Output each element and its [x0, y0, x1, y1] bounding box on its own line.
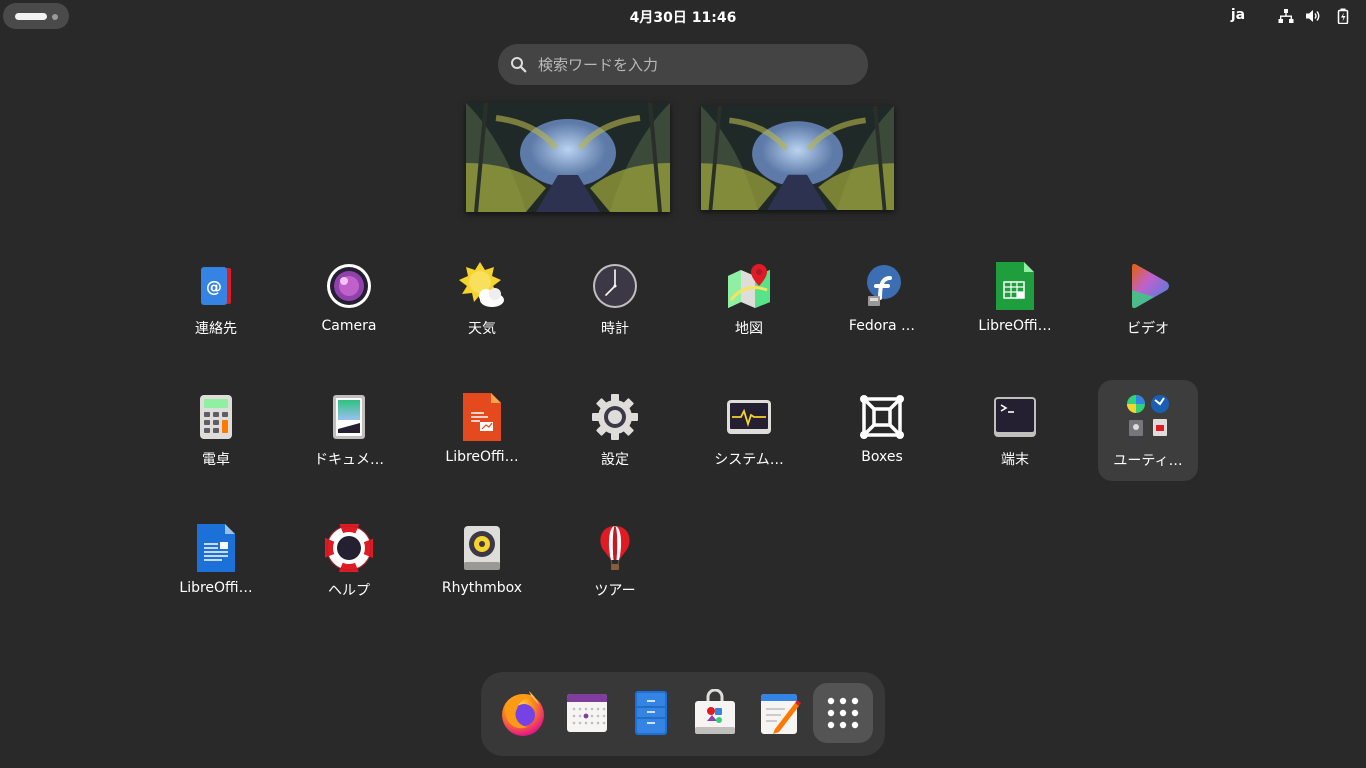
app-maps[interactable]: 地図 — [699, 252, 799, 352]
workspace-thumbnail-1[interactable] — [466, 103, 670, 212]
app-camera[interactable]: Camera — [299, 252, 399, 352]
camera-icon — [327, 264, 371, 308]
dock-files[interactable] — [621, 683, 681, 743]
app-videos[interactable]: ビデオ — [1098, 252, 1198, 352]
search-input[interactable] — [538, 44, 848, 85]
app-document-scanner[interactable]: ドキュメ… — [299, 383, 399, 483]
utilities-folder-icon — [1127, 395, 1169, 436]
app-label: 連絡先 — [195, 321, 237, 337]
app-label: Fedora … — [848, 318, 916, 334]
tour-balloon-icon — [600, 526, 630, 570]
videos-icon — [1132, 263, 1169, 309]
boxes-icon — [860, 395, 904, 439]
app-rhythmbox[interactable]: Rhythmbox — [432, 514, 532, 614]
document-scanner-icon — [333, 395, 365, 439]
input-language-indicator[interactable]: ja — [1224, 7, 1252, 23]
app-label: システム… — [714, 452, 784, 468]
app-label: Camera — [321, 318, 377, 334]
app-system-monitor[interactable]: システム… — [699, 383, 799, 483]
software-icon — [695, 689, 735, 734]
volume-icon[interactable] — [1305, 8, 1321, 24]
weather-icon — [459, 262, 504, 307]
app-label: 地図 — [735, 321, 763, 337]
app-label: ユーティ… — [1113, 453, 1183, 469]
app-label: 端末 — [1001, 452, 1029, 468]
app-settings[interactable]: 設定 — [565, 383, 665, 483]
fedora-media-writer-icon — [867, 265, 901, 306]
app-folder-utilities[interactable]: ユーティ… — [1098, 380, 1198, 481]
app-label: 設定 — [601, 452, 629, 468]
app-help[interactable]: ヘルプ — [299, 514, 399, 614]
search-bar[interactable] — [498, 44, 868, 85]
clock-icon — [593, 264, 637, 308]
contacts-icon: @ — [201, 267, 231, 305]
dock-software[interactable] — [685, 683, 745, 743]
app-weather[interactable]: 天気 — [432, 252, 532, 352]
app-label: ツアー — [594, 583, 636, 599]
battery-icon[interactable] — [1335, 8, 1351, 24]
app-boxes[interactable]: Boxes — [832, 383, 932, 483]
dock-firefox[interactable] — [493, 683, 553, 743]
app-label: LibreOffi… — [179, 580, 253, 596]
rhythmbox-icon — [464, 526, 500, 570]
calendar-icon — [567, 694, 607, 732]
svg-text:@: @ — [206, 277, 222, 296]
app-fedora-media-writer[interactable]: Fedora … — [832, 252, 932, 352]
app-label: 時計 — [601, 321, 629, 337]
app-label: ビデオ — [1127, 321, 1169, 337]
dock-show-apps[interactable] — [813, 683, 873, 743]
network-icon[interactable] — [1278, 8, 1294, 24]
app-label: Boxes — [861, 449, 903, 465]
system-monitor-icon — [727, 400, 771, 434]
dock-text-editor[interactable] — [749, 683, 809, 743]
app-calculator[interactable]: 電卓 — [166, 383, 266, 483]
help-lifebuoy-icon — [325, 524, 373, 572]
app-libreoffice-impress[interactable]: LibreOffi… — [432, 383, 532, 483]
search-icon — [511, 57, 527, 73]
libreoffice-calc-icon — [996, 262, 1034, 310]
app-label: 天気 — [468, 321, 496, 337]
dash-dock — [481, 672, 885, 756]
maps-icon — [728, 264, 770, 308]
app-libreoffice-writer[interactable]: LibreOffi… — [166, 514, 266, 614]
dock-calendar[interactable] — [557, 683, 617, 743]
app-label: ヘルプ — [328, 583, 370, 599]
app-tour[interactable]: ツアー — [565, 514, 665, 614]
app-contacts[interactable]: @ 連絡先 — [166, 252, 266, 352]
settings-gear-icon — [592, 394, 638, 440]
app-label: ドキュメ… — [314, 452, 384, 468]
app-label: 電卓 — [202, 452, 230, 468]
app-clock[interactable]: 時計 — [565, 252, 665, 352]
app-label: Rhythmbox — [441, 580, 523, 596]
calculator-icon — [200, 395, 232, 439]
workspace-thumbnail-2[interactable] — [701, 106, 894, 210]
files-icon — [635, 691, 667, 735]
activities-button[interactable] — [3, 3, 69, 29]
workspace-active-indicator — [15, 13, 47, 20]
firefox-icon — [502, 691, 544, 736]
libreoffice-impress-icon — [463, 393, 501, 441]
workspace-inactive-indicator — [52, 14, 58, 20]
show-apps-grid-icon — [827, 697, 859, 729]
text-editor-icon — [761, 694, 801, 734]
app-label: LibreOffi… — [445, 449, 519, 465]
terminal-icon — [994, 397, 1036, 437]
top-bar: 4月30日 11:46 ja — [0, 0, 1366, 32]
date-time-clock[interactable]: 4月30日 11:46 — [583, 7, 783, 27]
app-libreoffice-calc[interactable]: LibreOffi… — [965, 252, 1065, 352]
libreoffice-writer-icon — [197, 524, 235, 572]
app-terminal[interactable]: 端末 — [965, 383, 1065, 483]
app-label: LibreOffi… — [978, 318, 1052, 334]
